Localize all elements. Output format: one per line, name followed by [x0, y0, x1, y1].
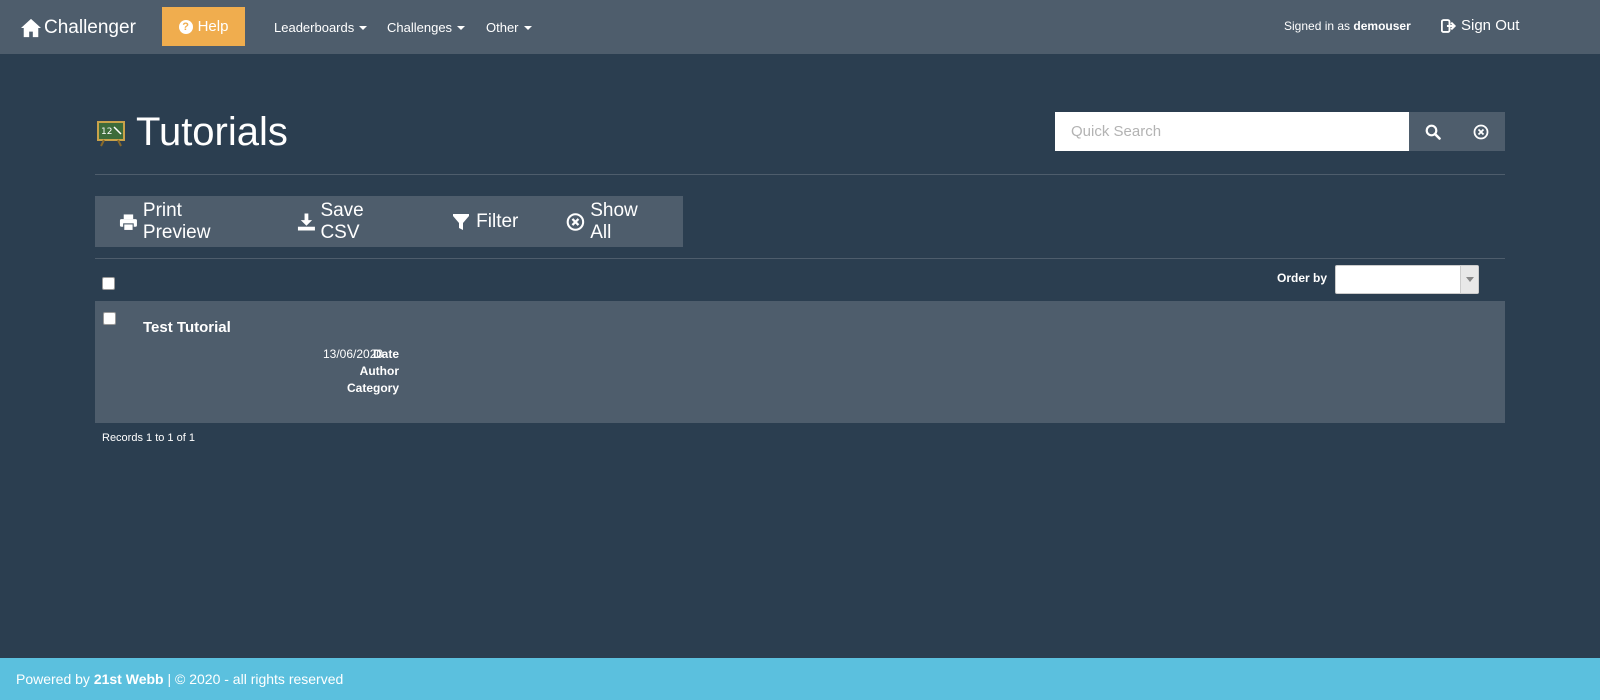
order-by-select[interactable]	[1335, 265, 1479, 294]
menu-other[interactable]: Other	[486, 0, 532, 54]
sign-out-label: Sign Out	[1461, 17, 1520, 34]
menu-leaderboards-label: Leaderboards	[274, 19, 355, 35]
save-csv-button[interactable]: Save CSV	[273, 196, 428, 247]
page-title: Tutorials	[136, 110, 288, 154]
print-preview-button[interactable]: Print Preview	[95, 196, 273, 247]
clear-search-button[interactable]	[1457, 112, 1505, 151]
sign-out-link[interactable]: Sign Out	[1441, 17, 1519, 34]
brand-label: Challenger	[44, 17, 136, 38]
print-icon	[119, 213, 137, 231]
search-icon	[1425, 124, 1441, 140]
author-label: Author	[359, 364, 399, 378]
record-checkbox[interactable]	[103, 312, 116, 325]
divider	[95, 174, 1505, 175]
help-button[interactable]: ? Help	[162, 7, 245, 46]
page-header: 12 Tutorials	[96, 110, 288, 155]
order-by-label: Order by	[1277, 271, 1328, 285]
list-item: Test Tutorial Date 13/06/2020 Author Cat…	[95, 301, 1505, 423]
signed-in-text: Signed in as demouser	[1284, 19, 1411, 33]
help-label: Help	[197, 18, 229, 35]
menu-leaderboards[interactable]: Leaderboards	[274, 0, 368, 54]
caret-down-icon	[523, 26, 532, 30]
menu-challenges[interactable]: Challenges	[387, 0, 466, 54]
quick-search-input[interactable]	[1055, 112, 1409, 151]
filter-label: Filter	[476, 210, 519, 232]
chevron-down-icon	[1460, 266, 1478, 293]
divider	[95, 258, 1505, 259]
search-button[interactable]	[1409, 112, 1457, 151]
footer-powered-by: Powered by	[16, 671, 90, 687]
date-value: 13/06/2020	[323, 347, 384, 361]
footer-copyright: | © 2020 - all rights reserved	[167, 671, 344, 687]
sign-out-icon	[1441, 18, 1457, 33]
print-preview-label: Print Preview	[142, 199, 211, 243]
menu-other-label: Other	[486, 19, 519, 35]
filter-icon	[453, 213, 470, 230]
filter-button[interactable]: Filter	[427, 196, 542, 247]
caret-down-icon	[359, 26, 368, 30]
caret-down-icon	[457, 26, 466, 30]
username: demouser	[1353, 19, 1411, 33]
select-all-checkbox[interactable]	[102, 277, 115, 290]
action-toolbar: Print Preview Save CSV Filter Show All	[95, 196, 683, 247]
save-csv-label: Save CSV	[320, 199, 364, 243]
show-all-button[interactable]: Show All	[542, 196, 683, 247]
question-circle-icon: ?	[178, 19, 193, 34]
category-label: Category	[346, 381, 399, 395]
chalkboard-icon: 12	[97, 120, 125, 146]
record-title-link[interactable]: Test Tutorial	[143, 319, 231, 336]
home-icon	[21, 18, 41, 38]
download-icon	[297, 213, 315, 230]
show-all-label: Show All	[590, 199, 638, 243]
menu-challenges-label: Challenges	[387, 19, 453, 35]
brand-link[interactable]: Challenger	[20, 14, 136, 42]
chalkboard-text: 12	[101, 127, 112, 137]
footer-company: 21st Webb	[93, 671, 164, 687]
footer: Powered by 21st Webb | © 2020 - all righ…	[0, 658, 1600, 700]
signed-in-prefix: Signed in as	[1284, 19, 1351, 33]
close-circle-icon	[1473, 124, 1489, 139]
top-navbar: Challenger ? Help Leaderboards Challenge…	[0, 0, 1600, 54]
records-count: Records 1 to 1 of 1	[102, 432, 195, 444]
close-circle-icon	[567, 212, 585, 231]
